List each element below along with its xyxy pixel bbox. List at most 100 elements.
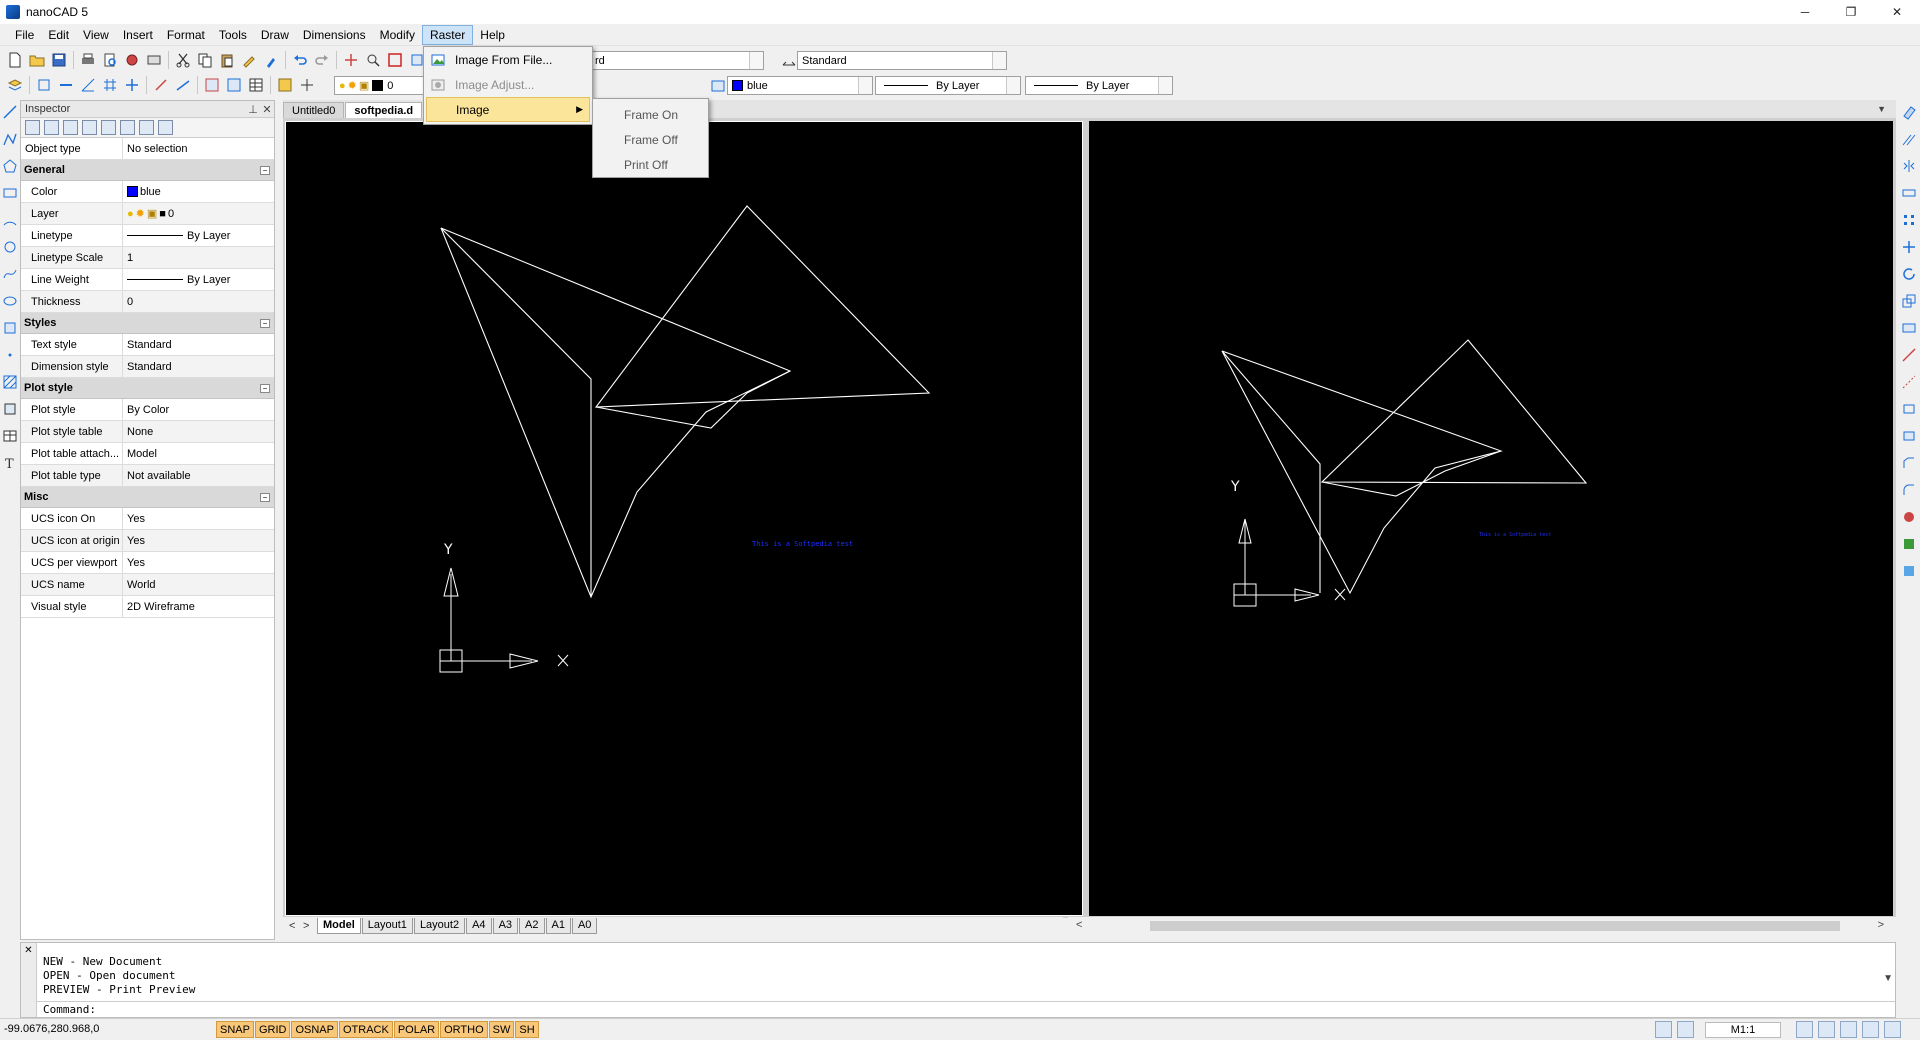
- erase-tool-icon[interactable]: [1901, 104, 1917, 120]
- polar-icon[interactable]: [152, 76, 170, 94]
- layer-previous-icon[interactable]: [298, 76, 316, 94]
- move-tool-icon[interactable]: [1901, 239, 1917, 255]
- zoom-window-icon[interactable]: [1840, 1021, 1857, 1038]
- collapse-icon[interactable]: −: [260, 383, 270, 393]
- scroll-left-button[interactable]: <: [1076, 919, 1082, 931]
- property-value[interactable]: 1: [123, 247, 274, 268]
- property-value[interactable]: ● ✹ ▣ ■ 0: [123, 203, 274, 224]
- property-value[interactable]: 2D Wireframe: [123, 596, 274, 617]
- collapse-icon[interactable]: −: [260, 492, 270, 502]
- new-file-icon[interactable]: [6, 51, 24, 69]
- layer-manager-icon[interactable]: [6, 76, 24, 94]
- close-icon[interactable]: ✕: [260, 103, 274, 116]
- layout-tab-a2[interactable]: A2: [519, 918, 545, 934]
- text-style-combo[interactable]: rd: [590, 51, 764, 70]
- scroll-thumb[interactable]: [1150, 921, 1840, 931]
- save-icon[interactable]: [50, 51, 68, 69]
- mirror-tool-icon[interactable]: [1901, 158, 1917, 174]
- polyline-tool-icon[interactable]: [2, 131, 18, 147]
- viewport-left[interactable]: Y This is a Softpedia test: [285, 121, 1083, 916]
- rectangle-tool-icon[interactable]: [2, 185, 18, 201]
- layer-states-icon[interactable]: [276, 76, 294, 94]
- rotate-tool-icon[interactable]: [1901, 266, 1917, 282]
- doc-tab-untitled0[interactable]: Untitled0: [283, 102, 345, 118]
- grid-toggle[interactable]: GRID: [254, 1021, 291, 1038]
- copy-icon[interactable]: [196, 51, 214, 69]
- trim-tool-icon[interactable]: [1901, 347, 1917, 363]
- hatch-tool-icon[interactable]: [2, 374, 18, 390]
- triangle-shape[interactable]: [1320, 339, 1588, 484]
- fillet-tool-icon[interactable]: [1901, 482, 1917, 498]
- menu-item-image[interactable]: Image ▶: [426, 97, 590, 122]
- grid-tool-icon[interactable]: [101, 76, 119, 94]
- zoom-icon[interactable]: [1818, 1021, 1835, 1038]
- polyline-shape[interactable]: [1221, 350, 1503, 595]
- pan-icon[interactable]: [342, 51, 360, 69]
- menu-modify[interactable]: Modify: [373, 25, 422, 45]
- property-value[interactable]: 0: [123, 291, 274, 312]
- attribute-icon[interactable]: [225, 76, 243, 94]
- menu-draw[interactable]: Draw: [254, 25, 296, 45]
- property-value[interactable]: None: [123, 421, 274, 442]
- menu-item-frame-on[interactable]: Frame On: [593, 102, 708, 127]
- publish-icon[interactable]: [123, 51, 141, 69]
- properties-options-icon[interactable]: [158, 120, 173, 135]
- layout-tab-layout1[interactable]: Layout1: [361, 918, 413, 934]
- print-icon[interactable]: [79, 51, 97, 69]
- polyline-shape[interactable]: [440, 227, 792, 599]
- menu-item-image-adjust[interactable]: Image Adjust...: [424, 72, 592, 97]
- property-value[interactable]: By Layer: [123, 225, 274, 246]
- region-tool-icon[interactable]: [2, 401, 18, 417]
- block-insert-icon[interactable]: [2, 320, 18, 336]
- minimize-button[interactable]: ─: [1782, 0, 1828, 24]
- menu-help[interactable]: Help: [473, 25, 512, 45]
- layout-prev-button[interactable]: <: [289, 920, 303, 932]
- undo-icon[interactable]: [291, 51, 309, 69]
- menu-item-print-off[interactable]: Print Off: [593, 152, 708, 177]
- menu-edit[interactable]: Edit: [41, 25, 76, 45]
- paste-icon[interactable]: [218, 51, 236, 69]
- viewport-right[interactable]: Y This is a Softpedia test: [1089, 121, 1893, 916]
- lineweight-combo[interactable]: By Layer: [1025, 76, 1173, 95]
- chamfer-tool-icon[interactable]: [1901, 455, 1917, 471]
- menu-dimensions[interactable]: Dimensions: [296, 25, 373, 45]
- select-objects-icon[interactable]: [63, 120, 78, 135]
- join-tool-icon[interactable]: [1901, 428, 1917, 444]
- brush-icon[interactable]: [262, 51, 280, 69]
- snap-toggle[interactable]: SNAP: [216, 1021, 254, 1038]
- toggle-pickadd-icon[interactable]: [44, 120, 59, 135]
- table-icon[interactable]: [247, 76, 265, 94]
- menu-format[interactable]: Format: [160, 25, 212, 45]
- ortho-toggle[interactable]: ORTHO: [440, 1021, 488, 1038]
- zoom-extents-icon[interactable]: [1862, 1021, 1879, 1038]
- overlap-shape[interactable]: [595, 370, 791, 429]
- layer-combo[interactable]: ● ✹ ▣ 0: [334, 76, 424, 95]
- menu-raster[interactable]: Raster: [421, 24, 474, 45]
- move-axis-icon[interactable]: [123, 76, 141, 94]
- ellipse-tool-icon[interactable]: [2, 293, 18, 309]
- collapse-icon[interactable]: −: [260, 165, 270, 175]
- zoom-window-icon[interactable]: [386, 51, 404, 69]
- layout-tab-layout2[interactable]: Layout2: [413, 918, 466, 934]
- annotation-scale[interactable]: M1:1: [1705, 1022, 1781, 1038]
- quick-select-icon[interactable]: [25, 120, 40, 135]
- extend-tool-icon[interactable]: [1901, 374, 1917, 390]
- command-input[interactable]: Command:: [37, 1001, 1895, 1017]
- property-value[interactable]: By Color: [123, 399, 274, 420]
- sh-toggle[interactable]: SH: [515, 1021, 539, 1038]
- open-folder-icon[interactable]: [28, 51, 46, 69]
- block-icon[interactable]: [203, 76, 221, 94]
- property-value[interactable]: Not available: [123, 465, 274, 486]
- mtext-tool-icon[interactable]: T: [2, 455, 18, 472]
- drawing-text-entity[interactable]: This is a Softpedia test: [1479, 532, 1551, 538]
- realtime-zoom-icon[interactable]: [364, 51, 382, 69]
- property-value[interactable]: By Layer: [123, 269, 274, 290]
- polyline-shape[interactable]: [1221, 350, 1321, 593]
- menu-item-image-from-file[interactable]: Image From File...: [424, 47, 592, 72]
- osnap-toggle[interactable]: OSNAP: [291, 1021, 338, 1038]
- drawing-text-entity[interactable]: This is a Softpedia test: [752, 540, 853, 548]
- dimension-style-combo[interactable]: Standard: [797, 51, 1007, 70]
- menu-item-frame-off[interactable]: Frame Off: [593, 127, 708, 152]
- menu-tools[interactable]: Tools: [212, 25, 254, 45]
- fullscreen-icon[interactable]: [1884, 1021, 1901, 1038]
